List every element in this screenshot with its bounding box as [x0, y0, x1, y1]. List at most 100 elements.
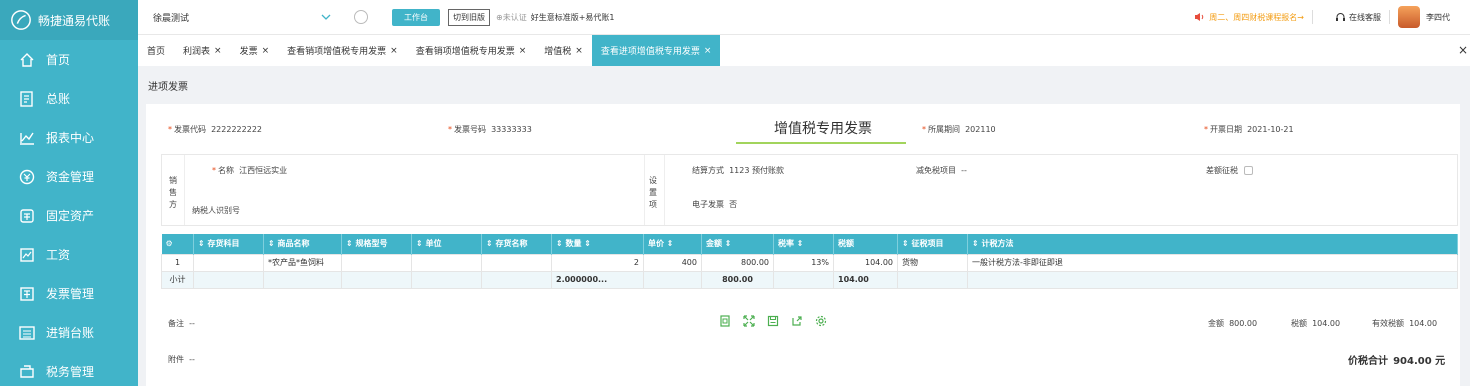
column-header[interactable]: ⇕ 征税项目 — [897, 234, 968, 254]
sidebar-item-fixed-assets[interactable]: 固定资产 — [0, 196, 138, 235]
tab-input-invoice[interactable]: 查看进项增值税专用发票 × — [591, 35, 721, 66]
period-value[interactable]: 202110 — [965, 125, 996, 134]
table-cell: 小计 — [161, 270, 194, 289]
table-cell[interactable]: 货物 — [897, 253, 968, 272]
seller-name-value[interactable]: 江西恒远实业 — [239, 166, 287, 175]
column-header-label: 存货科目 — [207, 239, 240, 249]
tab-home[interactable]: 首页 — [138, 35, 174, 66]
tab-invoice[interactable]: 发票 × — [231, 35, 279, 66]
table-cell[interactable]: *农产品*鱼饲料 — [263, 253, 342, 272]
notice[interactable]: 周二、周四财税课程报名→ — [1194, 12, 1304, 23]
copy-icon[interactable] — [718, 314, 732, 328]
sidebar-item-reports[interactable]: 报表中心 — [0, 118, 138, 157]
field-label: 所属期间 — [928, 125, 960, 134]
column-header[interactable]: 税率 ⇕ — [773, 234, 834, 254]
e-invoice-value[interactable]: 否 — [729, 200, 737, 209]
table-cell[interactable] — [193, 253, 264, 272]
column-header[interactable]: 金额 ⇕ — [701, 234, 774, 254]
close-icon[interactable]: × — [575, 46, 583, 56]
tab-sales-invoice-2[interactable]: 查看销项增值税专用发票 × — [407, 35, 536, 66]
taxpayer-id-field: 纳税人识别号 — [192, 205, 240, 216]
avatar[interactable] — [1398, 6, 1420, 28]
remark-value[interactable]: -- — [189, 319, 195, 328]
expand-icon[interactable] — [742, 314, 756, 328]
online-service-button[interactable]: 在线客服 — [1335, 12, 1381, 23]
table-cell[interactable]: 一般计税方法-非即征即退 — [967, 253, 1458, 272]
close-icon[interactable]: × — [262, 46, 270, 56]
date-value[interactable]: 2021-10-21 — [1247, 125, 1294, 134]
sidebar-item-tax[interactable]: 税务管理 — [0, 352, 138, 386]
notice-text: 周二、周四财税课程报名→ — [1209, 12, 1304, 22]
sidebar-item-label: 固定资产 — [46, 209, 95, 223]
field-label: 电子发票 — [692, 200, 724, 209]
table-cell — [967, 270, 1458, 289]
column-header-label: 税额 — [838, 239, 854, 249]
sidebar-item-invoices[interactable]: 发票管理 — [0, 274, 138, 313]
close-icon[interactable]: × — [390, 46, 398, 56]
column-header[interactable]: 税额 — [833, 234, 898, 254]
table-cell[interactable]: 13% — [773, 253, 834, 272]
close-icon[interactable]: × — [214, 46, 222, 56]
diff-tax-checkbox[interactable] — [1244, 166, 1253, 175]
workbench-button[interactable]: 工作台 — [392, 8, 440, 26]
company-info-icon[interactable] — [354, 10, 368, 24]
column-header-label: 规格型号 — [355, 239, 388, 249]
invoice-code-value[interactable]: 2222222222 — [211, 125, 262, 134]
user-name[interactable]: 李四代 — [1426, 12, 1450, 23]
column-header[interactable]: ⇕ 数量 ⇕ — [551, 234, 644, 254]
tab-sales-invoice-1[interactable]: 查看销项增值税专用发票 × — [278, 35, 407, 66]
e-invoice-field: 电子发票 否 — [692, 199, 737, 210]
column-header[interactable]: ⇕ 存货科目 — [193, 234, 264, 254]
divider — [1312, 10, 1313, 24]
table-cell[interactable]: 400 — [643, 253, 702, 272]
chevron-down-icon — [321, 14, 331, 20]
speaker-icon — [1195, 13, 1204, 21]
close-icon[interactable]: × — [519, 46, 527, 56]
table-cell[interactable] — [411, 253, 482, 272]
column-header[interactable]: ⇕ 计税方法 — [967, 234, 1458, 254]
column-header[interactable]: ⇕ 商品名称 — [263, 234, 342, 254]
total-label: 价税合计 — [1348, 356, 1388, 367]
tab-label: 查看销项增值税专用发票 — [415, 47, 515, 57]
tab-vat[interactable]: 增值税 × — [535, 35, 592, 66]
table-row[interactable]: 1 *农产品*鱼饲料 2 400 800.00 13% 104.00 货物 一般… — [161, 253, 1458, 272]
settings-icon[interactable] — [814, 314, 828, 328]
column-header-label: 单位 — [425, 239, 442, 249]
cert-status[interactable]: ⊕未认证 — [496, 12, 527, 23]
exempt-value[interactable]: -- — [961, 166, 967, 175]
asset-icon — [20, 208, 34, 223]
export-icon[interactable] — [790, 314, 804, 328]
column-header-label: 税率 — [778, 239, 794, 249]
close-icon[interactable]: × — [704, 46, 712, 56]
table-cell[interactable]: 800.00 — [701, 253, 774, 272]
tab-profit[interactable]: 利润表 × — [174, 35, 231, 66]
company-select[interactable]: 徐晨测试 — [148, 6, 336, 28]
seller-settings-box: 销售方 * 名称 江西恒远实业 纳税人识别号 设置项 结算方式 1123 预付账款… — [161, 154, 1458, 226]
column-header[interactable]: 单价 ⇕ — [643, 234, 702, 254]
close-all-tabs-icon[interactable]: × — [1458, 43, 1468, 57]
sidebar-item-funds[interactable]: 资金管理 — [0, 157, 138, 196]
switch-old-version-button[interactable]: 切到旧版 — [448, 8, 490, 26]
table-cell — [263, 270, 342, 289]
column-header[interactable]: ⇕ 规格型号 — [341, 234, 412, 254]
table-cell[interactable]: 104.00 — [833, 253, 898, 272]
sidebar-item-home[interactable]: 首页 — [0, 40, 138, 79]
column-header[interactable]: ⇕ 存货名称 — [481, 234, 552, 254]
settlement-value[interactable]: 1123 预付账款 — [729, 166, 784, 175]
save-icon[interactable] — [766, 314, 780, 328]
section-title: 进项发票 — [148, 82, 188, 93]
tax-summary: 税额 104.00 — [1291, 318, 1340, 329]
table-cell[interactable]: 2 — [551, 253, 644, 272]
divider — [184, 155, 185, 225]
table-settings-icon[interactable]: ⚙ — [161, 234, 194, 254]
invoice-no-value[interactable]: 33333333 — [491, 125, 532, 134]
brand[interactable]: 畅捷通易代账 — [0, 0, 138, 40]
column-header-label: 存货名称 — [495, 239, 528, 249]
column-header[interactable]: ⇕ 单位 — [411, 234, 482, 254]
sidebar-item-ledger[interactable]: 总账 — [0, 79, 138, 118]
table-cell[interactable] — [341, 253, 412, 272]
sidebar-item-salary[interactable]: 工资 — [0, 235, 138, 274]
sidebar-item-stock-ledger[interactable]: 进销台账 — [0, 313, 138, 352]
table-cell[interactable] — [481, 253, 552, 272]
attachment-value[interactable]: -- — [189, 355, 195, 364]
